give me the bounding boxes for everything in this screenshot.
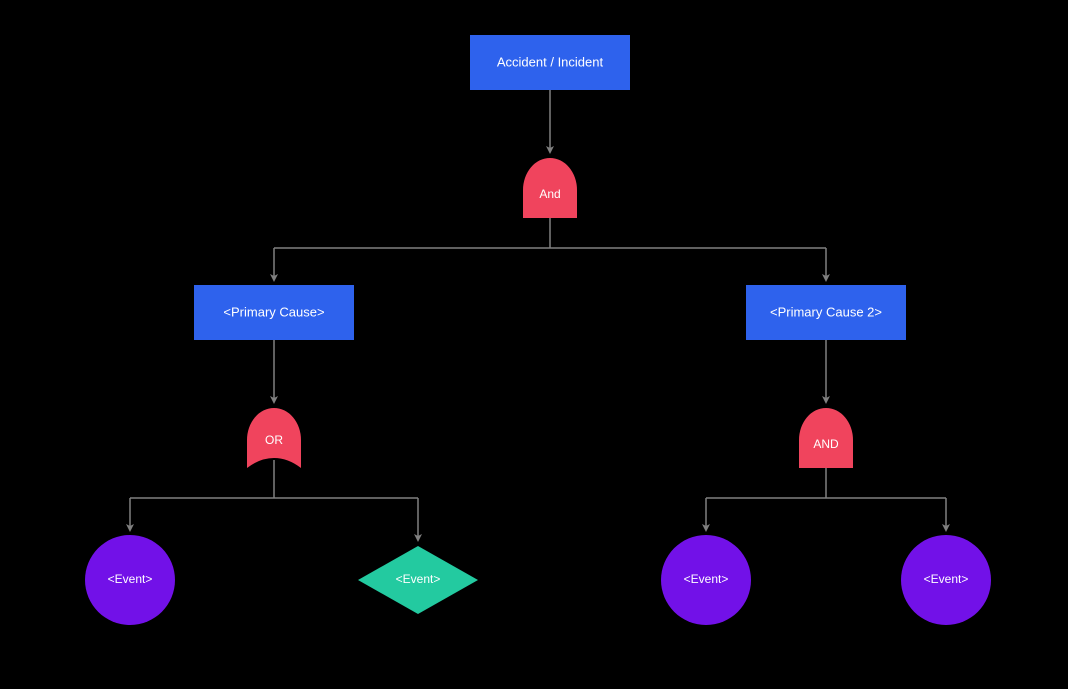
- node-gate2: OR: [247, 408, 301, 468]
- branch-gate1: [274, 218, 826, 280]
- node-gate3: AND: [799, 408, 853, 468]
- node-event2: <Event>: [358, 546, 478, 614]
- branch-gate3: [706, 468, 946, 530]
- node-primary1: <Primary Cause>: [194, 285, 354, 340]
- branch-gate2: [130, 460, 418, 540]
- node-primary1-label: <Primary Cause>: [223, 304, 324, 319]
- node-event2-label: <Event>: [396, 572, 441, 586]
- fault-tree-diagram: Accident / Incident And <Primary Cause> …: [0, 0, 1068, 689]
- node-event4: <Event>: [901, 535, 991, 625]
- node-event3-label: <Event>: [684, 572, 729, 586]
- node-primary2-label: <Primary Cause 2>: [770, 304, 882, 319]
- node-gate1: And: [523, 158, 577, 218]
- node-gate3-label: AND: [813, 437, 839, 451]
- node-primary2: <Primary Cause 2>: [746, 285, 906, 340]
- node-event3: <Event>: [661, 535, 751, 625]
- node-event1-label: <Event>: [108, 572, 153, 586]
- node-root: Accident / Incident: [470, 35, 630, 90]
- node-gate1-label: And: [539, 187, 560, 201]
- node-root-label: Accident / Incident: [497, 54, 604, 69]
- node-event4-label: <Event>: [924, 572, 969, 586]
- node-gate2-label: OR: [265, 433, 283, 447]
- node-event1: <Event>: [85, 535, 175, 625]
